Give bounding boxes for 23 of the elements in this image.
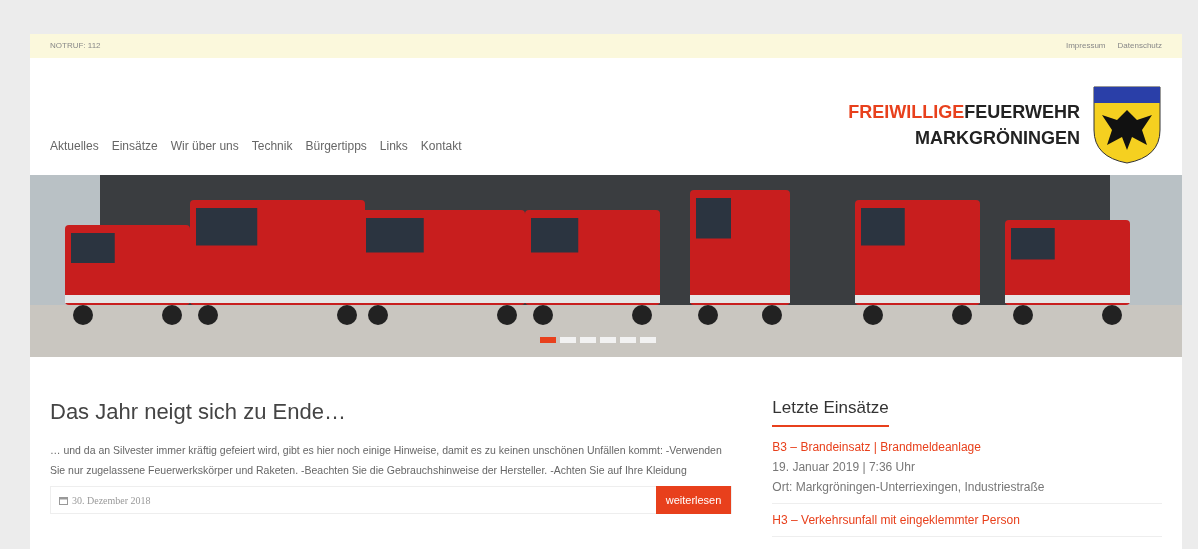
nav-link[interactable]: Einsätze [111, 137, 158, 155]
calendar-icon [59, 495, 68, 505]
sidebar-title: Letzte Einsätze [772, 395, 889, 427]
post-excerpt: … und da an Silvester immer kräftig gefeiert wird, gibt es hier noch einige Hinweise, damit es zu keinen unschönen Unfällen kommt: -Verwenden Sie nur zugelassene Feuerwerkskörper und Raketen. -Beachten Sie die Gebrauchshinweise der Hersteller. -Achten Sie auf Ihre Kleidung [50, 443, 723, 478]
logo-title: FREIWILLIGEFEUERWEHR [848, 101, 1080, 124]
incident-link[interactable]: H3 – Verkehrsunfall mit eingeklemmter Person [772, 509, 1162, 530]
emergency-number: NOTRUF: 112 [50, 40, 101, 52]
post-title[interactable]: Das Jahr neigt sich zu Ende… [50, 395, 733, 428]
nav-link[interactable]: Links [379, 137, 408, 155]
nav-link[interactable]: Kontakt [420, 137, 462, 155]
incident-location: Ort: Markgröningen-Unterriexingen, Industriestraße [772, 478, 1046, 496]
incident-date: 19. Januar 2019 | 7:36 Uhr [772, 458, 916, 476]
nav-link[interactable]: Technik [251, 137, 293, 155]
coat-of-arms-icon [1092, 85, 1162, 165]
read-more-button[interactable]: weiterlesen [655, 486, 732, 514]
nav-link[interactable]: Wir über uns [170, 137, 239, 155]
top-link[interactable]: Datenschutz [1117, 40, 1162, 52]
incident-link[interactable]: B3 – Brandeinsatz | Brandmeldeanlage [772, 436, 1162, 457]
nav-link[interactable]: Bürgertipps [305, 137, 367, 155]
nav-link[interactable]: Aktuelles [50, 137, 99, 155]
post-date: 30. Dezember 2018 [72, 493, 151, 508]
top-link[interactable]: Impressum [1065, 40, 1106, 52]
logo-subtitle: MARKGRÖNINGEN [914, 127, 1080, 150]
